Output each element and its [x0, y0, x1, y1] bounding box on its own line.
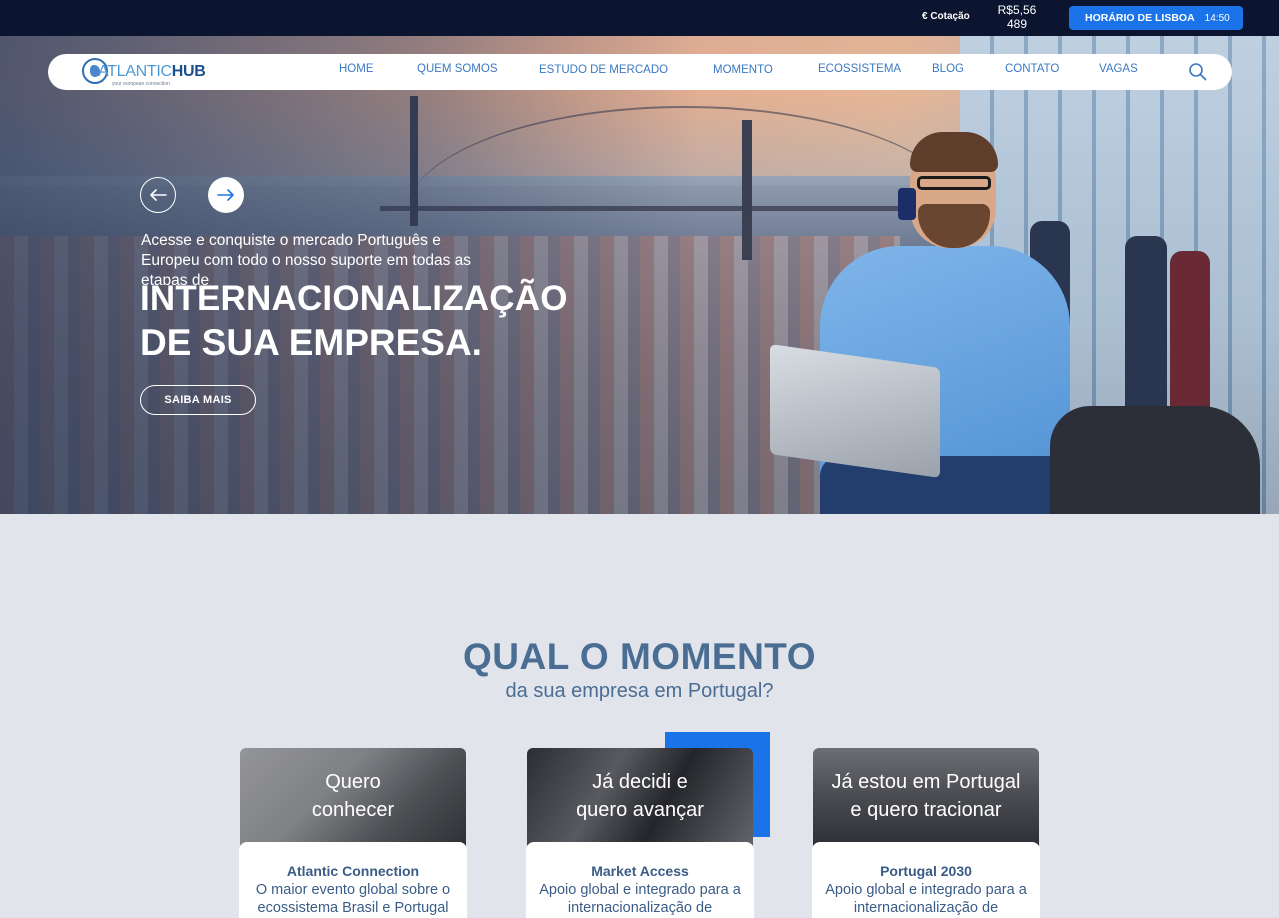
moment-card-quero-conhecer[interactable]: Quero conhecer Atlantic Connection O maio… — [239, 748, 467, 918]
nav-item-ecossistema[interactable]: ECOSSISTEMA — [818, 63, 901, 75]
saiba-mais-button[interactable]: SAIBA MAIS — [140, 385, 256, 415]
card-description: Apoio global e integrado para a internac… — [825, 882, 1027, 916]
main-navbar: ATLANTICHUB your european connection HOM… — [48, 54, 1232, 90]
atlantichub-logo[interactable]: ATLANTICHUB your european connection — [82, 57, 212, 87]
background-person — [1170, 251, 1210, 411]
hero-title-regular: DE SUA EMPRESA. — [140, 322, 482, 363]
section-subtitle: da sua empresa em Portugal? — [505, 680, 774, 702]
hero-subtitle: Acesse e conquiste o mercado Português e… — [141, 232, 472, 285]
exchange-rate-label: € Cotação — [922, 11, 970, 22]
hero-bag-image — [1050, 406, 1260, 514]
lisbon-time-value: 14:50 — [1204, 12, 1230, 24]
section-title: QUAL O MOMENTO — [462, 636, 817, 677]
card-photo-caption: Já decidi e quero avançar — [576, 771, 704, 821]
background-person — [1125, 236, 1167, 406]
nav-item-contato[interactable]: CONTATO — [1005, 63, 1059, 75]
hero-person-image — [760, 126, 1070, 514]
hero-title-bold: INTERNACIONALIZAÇÃO — [140, 279, 568, 318]
logo-wordmark: ATLANTICHUB — [98, 63, 206, 80]
card-photo-caption: Já estou em Portugal e quero tracionar — [831, 771, 1021, 821]
nav-item-vagas[interactable]: VAGAS — [1099, 63, 1138, 75]
logo-tagline: your european connection — [112, 81, 170, 87]
card-title: Atlantic Connection — [286, 863, 420, 879]
card-body: Atlantic Connection O maior evento globa… — [239, 842, 467, 918]
card-title: Market Access — [591, 863, 689, 879]
carousel-prev-button[interactable] — [140, 177, 176, 213]
card-body: Portugal 2030 Apoio global e integrado p… — [812, 842, 1040, 918]
nav-item-estudo-de-mercado[interactable]: ESTUDO DE MERCADO — [539, 64, 668, 76]
bridge-tower-right — [742, 120, 752, 260]
card-title: Portugal 2030 — [880, 863, 972, 879]
card-description: O maior evento global sobre o ecossistem… — [255, 882, 451, 916]
nav-item-momento[interactable]: MOMENTO — [713, 64, 773, 76]
nav-item-quem-somos[interactable]: QUEM SOMOS — [417, 63, 498, 75]
lisbon-time-badge: HORÁRIO DE LISBOA 14:50 — [1069, 6, 1243, 30]
moment-card-quero-tracionar[interactable]: Já estou em Portugal e quero tracionar Po… — [812, 748, 1040, 918]
top-bar: € Cotação R$5,56 489 HORÁRIO DE LISBOA 1… — [0, 0, 1279, 36]
arrow-right-icon — [217, 189, 234, 201]
search-icon[interactable] — [1188, 62, 1208, 82]
card-body: Market Access Apoio global e integrado p… — [526, 842, 754, 918]
nav-item-home[interactable]: HOME — [339, 63, 374, 75]
carousel-next-button[interactable] — [208, 177, 244, 213]
arrow-left-icon — [150, 189, 167, 201]
card-description: Apoio global e integrado para a internac… — [539, 882, 741, 916]
exchange-rate-value: R$5,56 489 — [997, 3, 1037, 31]
card-photo-caption: Quero conhecer — [311, 771, 395, 821]
lisbon-time-label: HORÁRIO DE LISBOA — [1085, 12, 1195, 24]
moment-card-quero-avancar[interactable]: Já decidi e quero avançar Market Access A… — [526, 748, 754, 918]
nav-item-blog[interactable]: BLOG — [932, 63, 964, 75]
